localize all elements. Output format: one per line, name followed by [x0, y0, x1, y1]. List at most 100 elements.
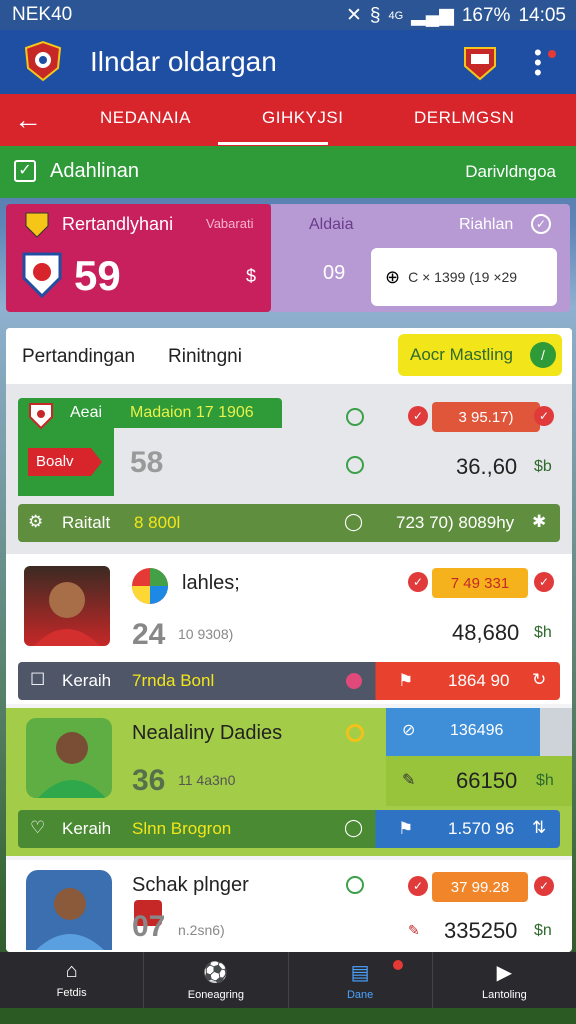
check-badge-icon: ✓ [408, 406, 428, 426]
card-left-currency: $ [246, 266, 257, 286]
match-button-label: Aocr Mastling [410, 345, 513, 364]
row3-score: 36 [132, 764, 166, 797]
nav-matches[interactable]: ⚽ Eoneagring [144, 952, 289, 1008]
refresh-icon: ↻ [532, 670, 547, 689]
status-ring-icon [346, 876, 364, 894]
row2-bar-mid: 7rnda Bonl [132, 671, 215, 690]
row3-sub: 11 4a3n0 [178, 772, 236, 788]
summary-card-left[interactable]: Rertandlyhani Vabarati 59 $ [6, 204, 271, 312]
match-row[interactable]: Aeai Madaion 17 1906 Boalv 58 ✓ 3 95.17)… [6, 384, 572, 554]
bottom-navigation: ⌂ Fetdis ⚽ Eoneagring ▤ Dane ▶ Lantoling [0, 952, 576, 1008]
panel-tab-rinitngni[interactable]: Rinitngni [168, 346, 242, 368]
shield-outline-icon: ◯ [344, 818, 364, 837]
player-avatar [26, 870, 112, 950]
sync-icon: § [369, 4, 381, 26]
odds-box-text: C × 1399 (19 ×29 [408, 269, 518, 285]
row3-name: Nealaliny Dadies [132, 722, 283, 744]
nav-live[interactable]: ▶ Lantoling [433, 952, 576, 1008]
row1-score: 58 [130, 446, 164, 479]
row4-odds-pill[interactable]: 37 99.28 [432, 872, 528, 902]
app-bar: Ilndar oldargan • • • [0, 30, 576, 94]
tab-derlmgsn[interactable]: DERLMGSN [414, 108, 514, 128]
tab-nedanaia[interactable]: NEDANAIA [100, 108, 191, 128]
row4-unit: $n [534, 922, 552, 939]
globe-icon: ⊕ [385, 266, 401, 287]
row1-bar-label: Raitalt [62, 513, 111, 532]
pitch-strip [0, 1008, 576, 1024]
shield-icon [25, 212, 49, 238]
odds-box[interactable]: ⊕ C × 1399 (19 ×29 [371, 248, 557, 306]
app-title: Ilndar oldargan [90, 46, 277, 77]
notification-dot [392, 960, 403, 970]
row3-bar-label: Keraih [62, 819, 112, 838]
row3-value-block: ✎ 66150 $h [386, 756, 572, 806]
match-row[interactable]: lahles; 24 10 9308) ✓ 7 49 331 ✓ 48,680 … [6, 554, 572, 704]
settings-icon: ⚙ [28, 512, 44, 531]
summary-card-right[interactable]: Aldaia Riahlan ✓ 09 ⊕ C × 1399 (19 ×29 [271, 204, 570, 312]
row3-odds-pill: 136496 [450, 722, 504, 739]
row3-bar-mid: Slnn Brogron [132, 819, 232, 838]
card-right-label2: Riahlan [459, 216, 514, 233]
shield-outline-icon: ◯ [344, 512, 364, 531]
team-shield-icon [29, 403, 53, 430]
status-bar: NEK40 ✕ § 4G ▂▄▆ 167% 14:05 [0, 0, 576, 30]
heart-icon: ♡ [30, 818, 46, 837]
nav-home-label: Fetdis [56, 987, 87, 999]
row2-value: 48,680 [452, 620, 520, 645]
back-arrow-icon[interactable]: ← [14, 104, 42, 136]
card-right-label: Aldaia [309, 216, 354, 233]
row1-odds-pill[interactable]: 3 95.17) [432, 402, 540, 432]
card-left-title: Rertandlyhani [62, 214, 174, 234]
card-left-sub: Vabarati [206, 216, 254, 231]
row1-meta: Madaion 17 1906 [130, 404, 254, 421]
check-circle-icon[interactable]: ✓ [531, 214, 551, 234]
card-left-score: 59 [74, 252, 121, 299]
overflow-menu-icon[interactable]: • • • [534, 42, 546, 84]
team-flag-icon: ⚑ [398, 819, 414, 838]
row1-value: 36.,60 [456, 454, 518, 479]
row2-bar[interactable]: ☐ Keraih 7rnda Bonl ⚑ 1864 90 ↻ [18, 662, 560, 700]
row1-bar[interactable]: ⚙ Raitalt 8 800l ◯ 723 70) 8089hy ✱ [18, 504, 560, 542]
carrier-label: NEK40 [12, 4, 73, 25]
status-icons: ✕ § 4G ▂▄▆ 167% 14:05 [346, 4, 566, 27]
edit-icon: / [530, 342, 556, 368]
status-ring-icon [346, 408, 364, 426]
pen-icon: ✎ [402, 772, 416, 789]
network-label: 4G [388, 9, 404, 22]
row4-value: 335250 [444, 918, 518, 943]
ball-icon: ⚽ [203, 962, 229, 984]
row2-odds-pill[interactable]: 7 49 331 [432, 568, 528, 598]
nav-matches-label: Eoneagring [187, 989, 245, 1001]
row3-value: 66150 [456, 768, 518, 793]
row2-name: lahles; [182, 572, 240, 594]
filter-checkbox[interactable]: ✓ [14, 160, 36, 182]
nav-bets-label: Dane [346, 989, 374, 1001]
pink-dot-icon [346, 673, 362, 689]
row1-badge[interactable]: Boalv [28, 448, 102, 476]
ticket-icon: ▤ [350, 962, 370, 984]
panel-tab-pertandingan[interactable]: Pertandingan [22, 346, 135, 368]
active-tab-indicator [218, 142, 328, 145]
nav-bets[interactable]: ▤ Dane [289, 952, 433, 1008]
edit-square-icon: ☐ [30, 670, 46, 689]
tab-gihkyjsi[interactable]: GIHKYJSI [262, 108, 343, 128]
match-row[interactable]: Schak plnger 07 n.2sn6) ✓ 37 99.28 ✓ ✎ 3… [6, 860, 572, 952]
filter-right-label[interactable]: Darivldngoa [465, 162, 556, 182]
check-badge-icon: ✓ [534, 406, 554, 426]
row3-unit: $h [536, 772, 554, 789]
row2-bar-right: 1864 90 [448, 671, 510, 690]
filter-label: Adahlinan [50, 160, 139, 182]
check-badge-icon: ✓ [408, 572, 428, 592]
match-button[interactable]: Aocr Mastling / [398, 334, 562, 376]
row3-bar[interactable]: ♡ Keraih Slnn Brogron ◯ ⚑ 1.570 96 ⇅ [18, 810, 560, 848]
star-icon: ✱ [532, 512, 547, 531]
row3-bar-right: 1.570 96 [448, 819, 515, 838]
nav-home[interactable]: ⌂ Fetdis [0, 952, 145, 1008]
row3-odds-tab [540, 708, 572, 756]
row2-score: 24 [132, 618, 166, 651]
flame-icon: ✎ [408, 922, 420, 938]
row1-unit: $b [534, 458, 552, 475]
match-row[interactable]: Nealaliny Dadies 36 11 4a3n0 ⊘ 136496 ✎ … [6, 708, 572, 856]
row1-bar-right: 723 70) 8089hy [396, 513, 515, 532]
row4-name: Schak plnger [132, 874, 249, 896]
